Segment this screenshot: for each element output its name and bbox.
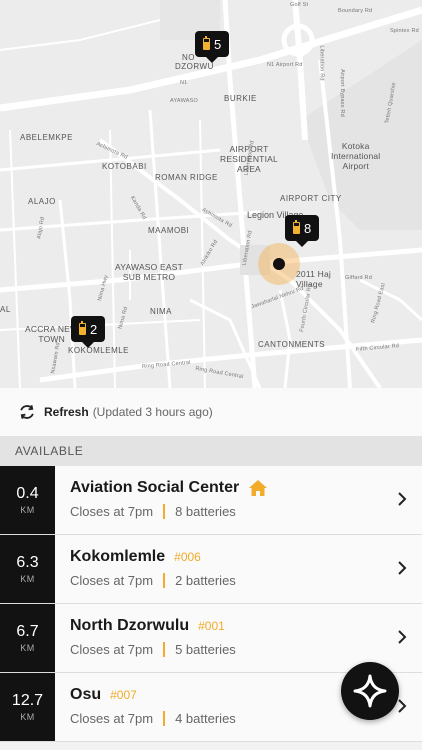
map-label: NO bbox=[182, 53, 195, 62]
distance-badge: 12.7 KM bbox=[0, 673, 55, 741]
road-label: N1 bbox=[180, 80, 188, 86]
map-label: ROMAN RIDGE bbox=[155, 173, 218, 182]
station-code: #007 bbox=[110, 688, 137, 702]
station-name: North Dzorwulu bbox=[70, 617, 190, 634]
station-row[interactable]: 0.4 KM Aviation Social Center Closes at … bbox=[0, 466, 422, 535]
map-label: BURKIE bbox=[224, 94, 257, 103]
station-row[interactable]: 6.7 KM North Dzorwulu #001 Closes at 7pm… bbox=[0, 604, 422, 673]
road-label: Golf St bbox=[290, 2, 309, 8]
road-label: Giffard Rd bbox=[345, 275, 372, 281]
fab-button[interactable] bbox=[341, 662, 399, 720]
station-code: #006 bbox=[174, 550, 201, 564]
chevron-right-icon[interactable] bbox=[396, 559, 408, 577]
home-icon bbox=[249, 480, 268, 496]
map-label: AYAWASO bbox=[170, 98, 198, 104]
distance-unit: KM bbox=[20, 505, 35, 515]
map-pin-aviation[interactable]: 8 bbox=[285, 215, 320, 247]
pin-count: 2 bbox=[90, 321, 98, 337]
closing-time: Closes at 7pm bbox=[70, 642, 154, 657]
refresh-bar[interactable]: Refresh (Updated 3 hours ago) bbox=[0, 388, 422, 436]
star-logo-icon bbox=[353, 674, 387, 708]
battery-icon bbox=[203, 36, 210, 50]
station-row[interactable]: 6.3 KM Kokomlemle #006 Closes at 7pm 2 b… bbox=[0, 535, 422, 604]
map-label: NIMA bbox=[150, 307, 172, 316]
station-name: Osu bbox=[70, 686, 102, 703]
battery-count: 2 batteries bbox=[175, 573, 236, 588]
distance-badge: 6.3 KM bbox=[0, 535, 55, 603]
map-label: MAAMOBI bbox=[148, 226, 190, 235]
station-code: #001 bbox=[198, 619, 225, 633]
battery-count: 4 batteries bbox=[175, 711, 236, 726]
station-name: Aviation Social Center bbox=[70, 479, 240, 496]
separator bbox=[163, 573, 166, 588]
battery-count: 5 batteries bbox=[175, 642, 236, 657]
map-label: AIRPORT CITY bbox=[280, 194, 342, 203]
last-updated-text: (Updated 3 hours ago) bbox=[92, 405, 213, 419]
distance-unit: KM bbox=[20, 712, 35, 722]
pin-count: 5 bbox=[214, 36, 222, 52]
distance-value: 6.3 bbox=[16, 554, 39, 571]
closing-time: Closes at 7pm bbox=[70, 573, 154, 588]
road-label: Liberation Rd bbox=[318, 45, 325, 81]
closing-time: Closes at 7pm bbox=[70, 504, 154, 519]
separator bbox=[163, 711, 166, 726]
refresh-icon[interactable] bbox=[18, 403, 36, 421]
pin-count: 8 bbox=[304, 220, 312, 236]
map-label: CANTONMENTS bbox=[258, 340, 326, 349]
separator bbox=[163, 504, 166, 519]
road-label: Airport Bypass Rd bbox=[338, 69, 345, 117]
refresh-button[interactable]: Refresh bbox=[44, 405, 89, 419]
distance-value: 12.7 bbox=[11, 692, 44, 709]
station-name: Kokomlemle bbox=[70, 548, 166, 565]
road-label: N1 Airport Rd bbox=[267, 62, 303, 68]
section-header: AVAILABLE bbox=[0, 436, 422, 466]
user-location-dot bbox=[273, 258, 285, 270]
road-label: Boundary Rd bbox=[338, 8, 373, 14]
map-label: KOTOBABI bbox=[102, 162, 147, 171]
map-label: DZORWU bbox=[175, 62, 214, 71]
map-label: AYAWASO EAST SUB METRO bbox=[115, 262, 184, 282]
battery-icon bbox=[79, 321, 86, 335]
closing-time: Closes at 7pm bbox=[70, 711, 154, 726]
chevron-right-icon[interactable] bbox=[396, 628, 408, 646]
map-pin-kokomlemle[interactable]: 2 bbox=[71, 316, 106, 348]
map-label: ALAJO bbox=[28, 197, 56, 206]
map-pin-north-dzorwulu[interactable]: 5 bbox=[195, 31, 230, 63]
map-label: AL bbox=[0, 305, 11, 314]
road-label: Spintex Rd bbox=[390, 28, 419, 34]
distance-unit: KM bbox=[20, 574, 35, 584]
map-label: ABELEMKPE bbox=[20, 133, 73, 142]
distance-value: 6.7 bbox=[16, 623, 39, 640]
map-view[interactable]: NO DZORWU AYAWASO BURKIE ABELEMKPE AIRPO… bbox=[0, 0, 422, 388]
map-label: Kotoka International Airport bbox=[331, 141, 381, 171]
separator bbox=[163, 642, 166, 657]
distance-value: 0.4 bbox=[16, 485, 39, 502]
distance-badge: 6.7 KM bbox=[0, 604, 55, 672]
chevron-right-icon[interactable] bbox=[396, 490, 408, 508]
battery-count: 8 batteries bbox=[175, 504, 236, 519]
distance-unit: KM bbox=[20, 643, 35, 653]
map-label: KOKOMLEMLE bbox=[68, 346, 130, 355]
battery-icon bbox=[293, 220, 300, 234]
chevron-right-icon[interactable] bbox=[396, 697, 408, 715]
distance-badge: 0.4 KM bbox=[0, 466, 55, 534]
